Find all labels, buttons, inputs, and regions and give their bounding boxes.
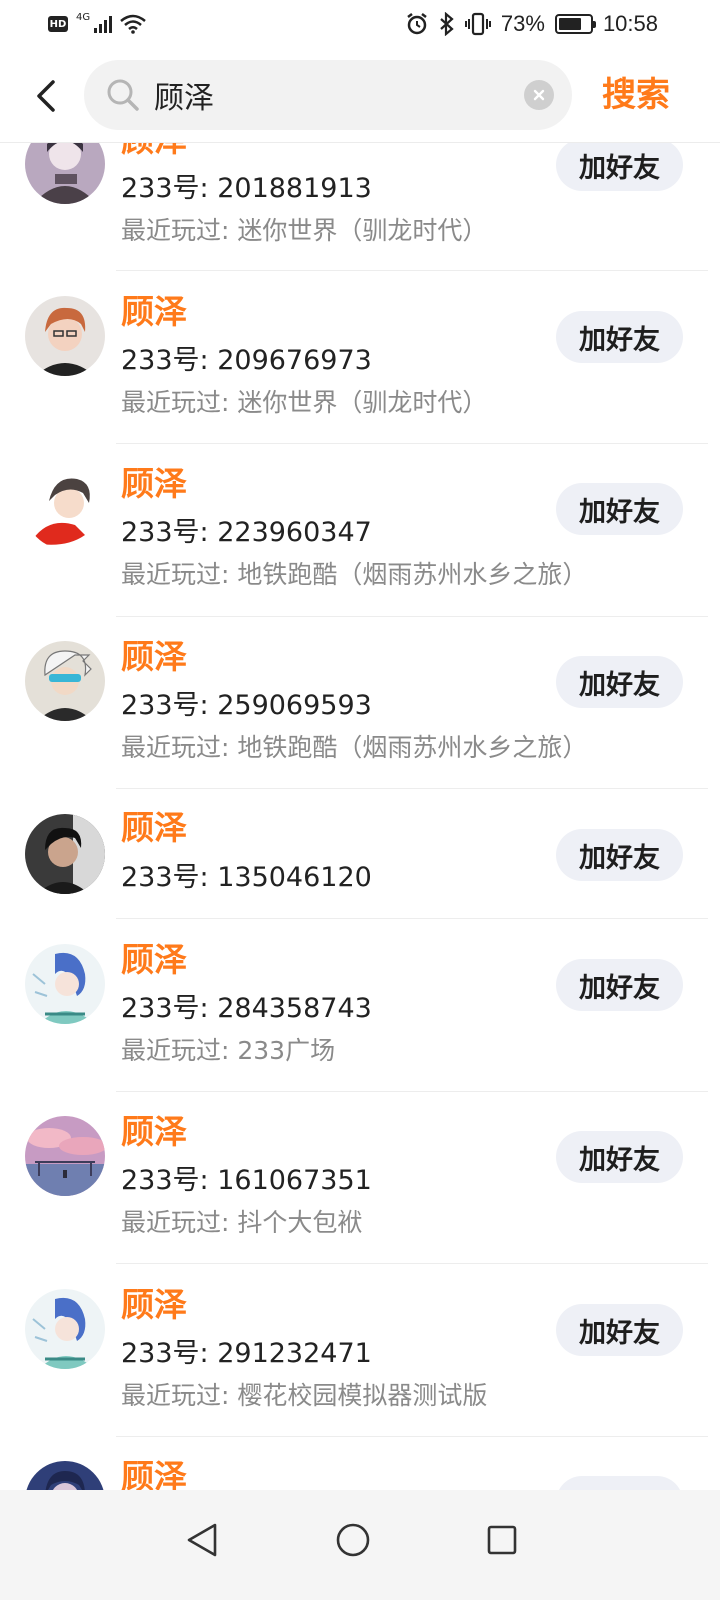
recent-played: 最近玩过: 樱花校园模拟器测试版 xyxy=(121,1381,488,1410)
divider xyxy=(116,918,708,919)
user-id: 233号: 284358743 xyxy=(121,993,372,1024)
back-button[interactable] xyxy=(26,72,66,120)
divider xyxy=(116,1436,708,1437)
avatar[interactable] xyxy=(25,1289,105,1369)
recent-played: 最近玩过: 迷你世界（驯龙时代） xyxy=(121,388,488,417)
recent-played: 最近玩过: 迷你世界（驯龙时代） xyxy=(121,216,488,245)
recent-played: 最近玩过: 233广场 xyxy=(121,1036,336,1065)
user-name: 顾泽 xyxy=(121,637,187,676)
user-name: 顾泽 xyxy=(121,292,187,331)
avatar[interactable] xyxy=(25,469,105,549)
avatar[interactable] xyxy=(25,641,105,721)
avatar[interactable] xyxy=(25,944,105,1024)
clear-search-button[interactable] xyxy=(524,80,554,110)
add-friend-button[interactable]: 加好友 xyxy=(556,1131,683,1183)
user-id: 233号: 161067351 xyxy=(121,1165,372,1196)
recent-played: 最近玩过: 地铁跑酷（烟雨苏州水乡之旅） xyxy=(121,560,588,589)
add-friend-button[interactable]: 加好友 xyxy=(556,483,683,535)
search-button[interactable]: 搜索 xyxy=(602,70,670,120)
result-list: 顾泽 233号: 201881913 最近玩过: 迷你世界（驯龙时代） 加好友 … xyxy=(0,0,720,1520)
add-friend-button[interactable]: 加好友 xyxy=(556,311,683,363)
user-name: 顾泽 xyxy=(121,940,187,979)
circle-home-icon xyxy=(336,1523,370,1557)
nav-back-button[interactable] xyxy=(172,1510,232,1570)
add-friend-button[interactable]: 加好友 xyxy=(556,959,683,1011)
add-friend-button[interactable]: 加好友 xyxy=(556,139,683,191)
search-header: 搜索 xyxy=(0,48,720,143)
divider xyxy=(116,788,708,789)
close-icon xyxy=(533,89,545,101)
search-box[interactable] xyxy=(84,60,572,130)
user-id: 233号: 209676973 xyxy=(121,345,372,376)
user-id: 233号: 135046120 xyxy=(121,862,372,893)
search-input[interactable] xyxy=(154,70,514,120)
add-friend-button[interactable]: 加好友 xyxy=(556,829,683,881)
divider xyxy=(116,1091,708,1092)
square-recents-icon xyxy=(487,1525,517,1555)
user-id: 233号: 291232471 xyxy=(121,1338,372,1369)
user-id: 233号: 259069593 xyxy=(121,690,372,721)
add-friend-button[interactable]: 加好友 xyxy=(556,656,683,708)
nav-recents-button[interactable] xyxy=(472,1510,532,1570)
divider xyxy=(116,1263,708,1264)
user-id: 233号: 223960347 xyxy=(121,517,372,548)
avatar[interactable] xyxy=(25,1116,105,1196)
user-id: 233号: 201881913 xyxy=(121,173,372,204)
user-name: 顾泽 xyxy=(121,808,187,847)
divider xyxy=(116,443,708,444)
user-name: 顾泽 xyxy=(121,464,187,503)
search-icon xyxy=(107,79,139,111)
recent-played: 最近玩过: 抖个大包袱 xyxy=(121,1208,363,1237)
nav-home-button[interactable] xyxy=(323,1510,383,1570)
add-friend-button[interactable]: 加好友 xyxy=(556,1304,683,1356)
divider xyxy=(116,270,708,271)
user-name: 顾泽 xyxy=(121,1285,187,1324)
divider xyxy=(116,616,708,617)
user-name: 顾泽 xyxy=(121,1112,187,1151)
triangle-back-icon xyxy=(187,1523,217,1557)
chevron-left-icon xyxy=(37,80,55,112)
recent-played: 最近玩过: 地铁跑酷（烟雨苏州水乡之旅） xyxy=(121,733,588,762)
system-nav-bar xyxy=(0,1490,720,1600)
avatar[interactable] xyxy=(25,814,105,894)
avatar[interactable] xyxy=(25,296,105,376)
